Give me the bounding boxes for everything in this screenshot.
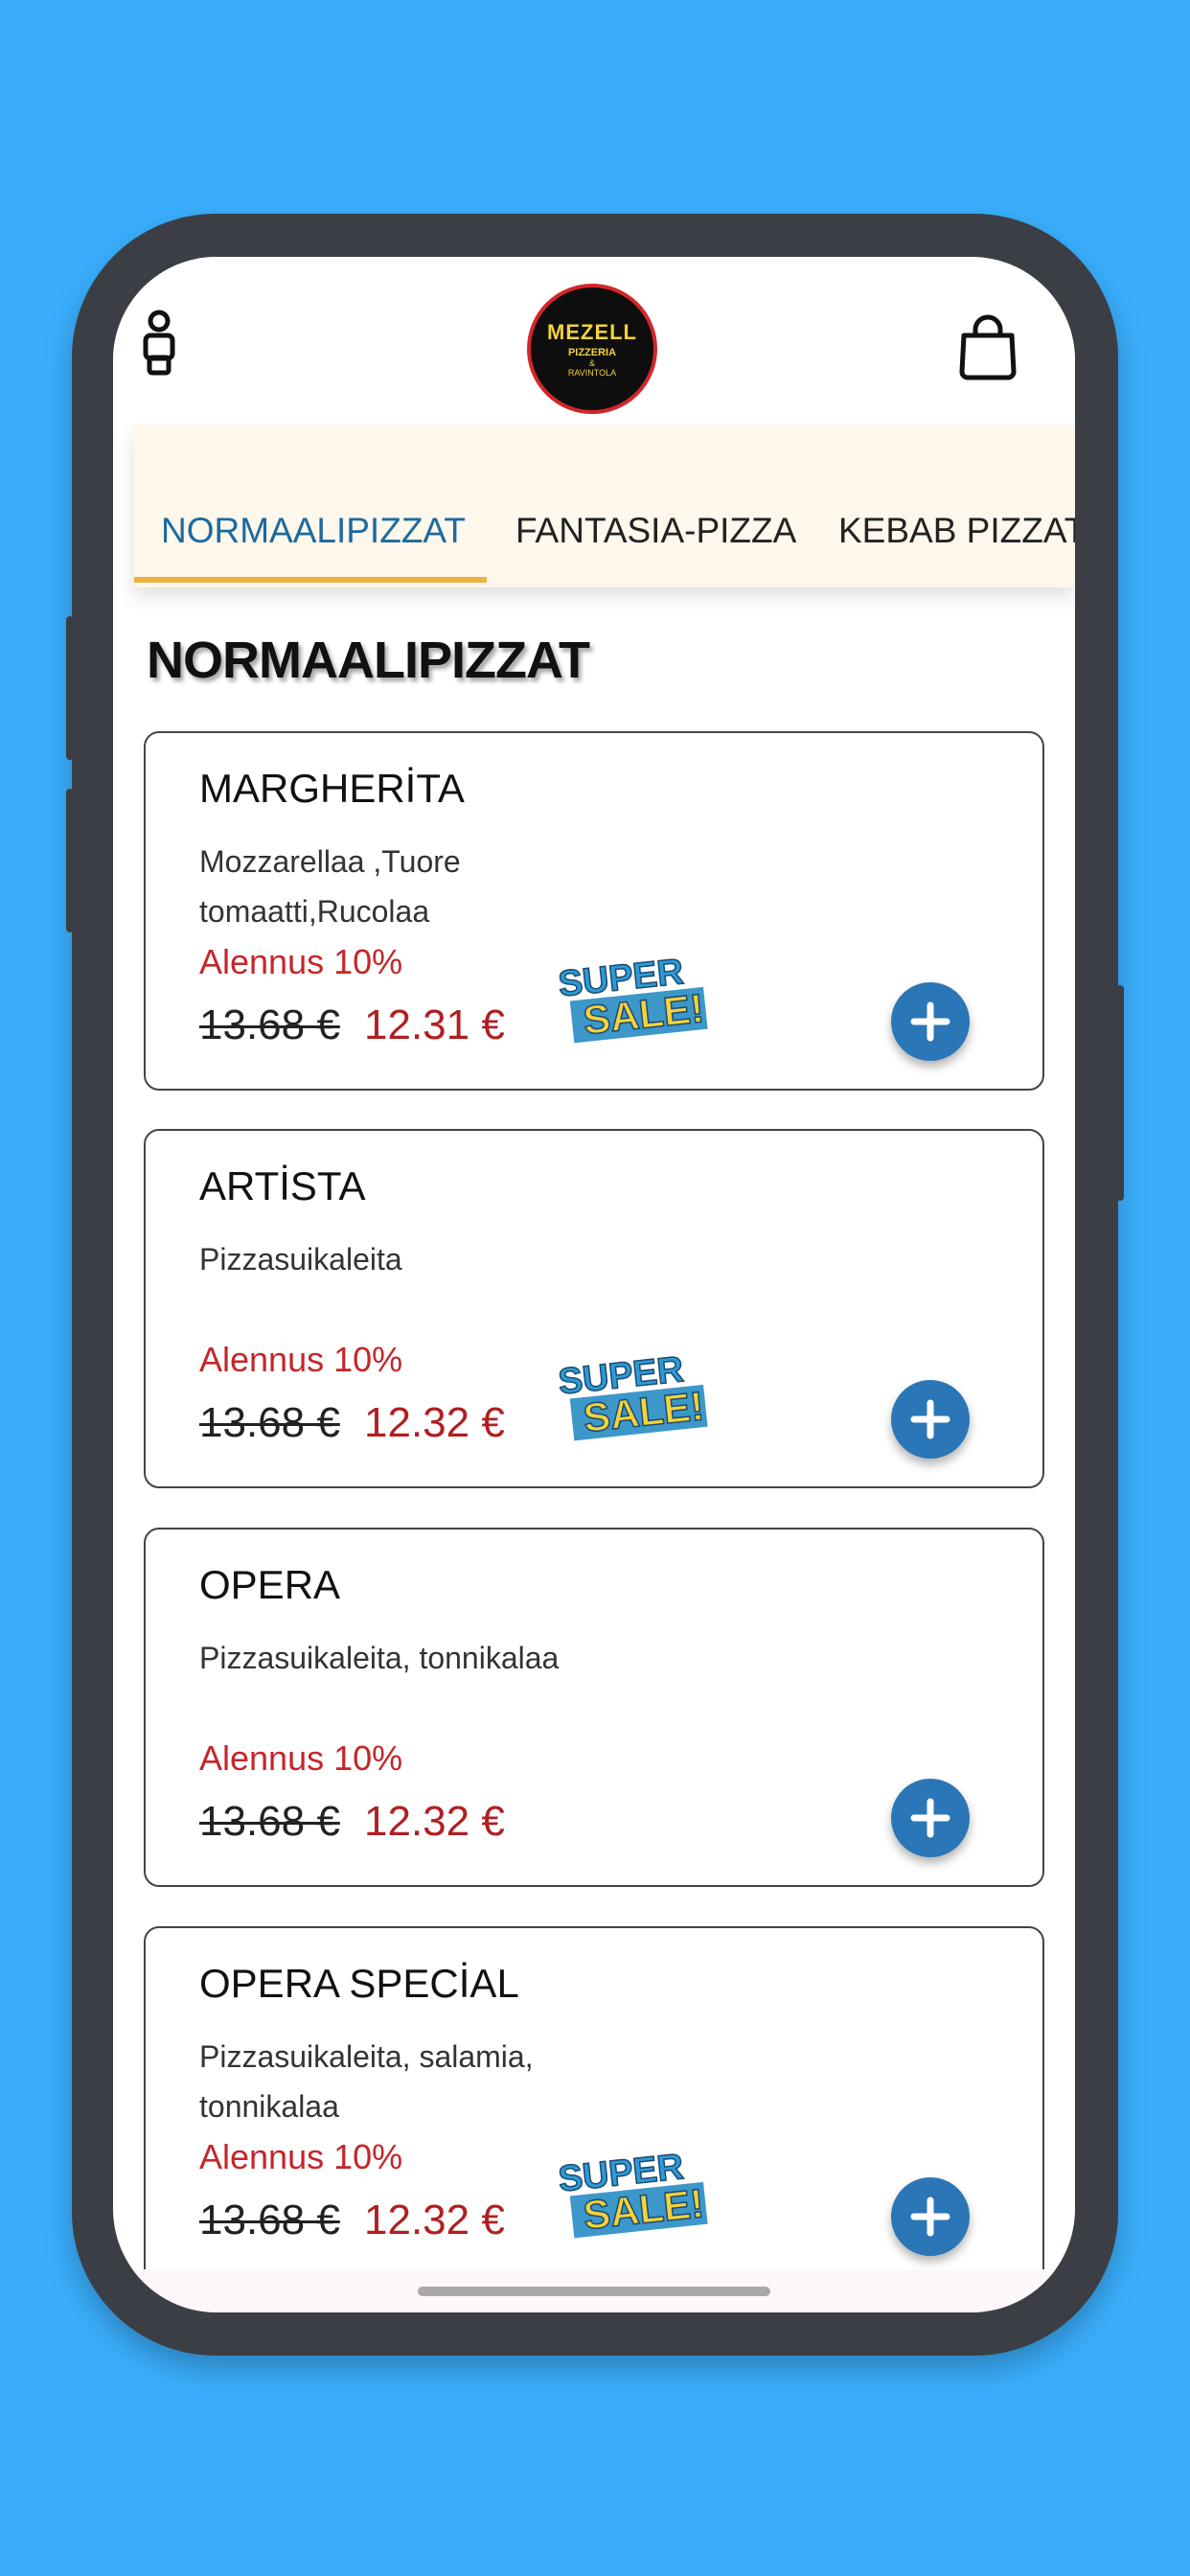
app-header: MEZELL PIZZERIA & RAVINTOLA xyxy=(113,257,1075,425)
home-indicator[interactable] xyxy=(418,2287,770,2296)
category-tabs: NORMAALIPIZZAT FANTASIA-PIZZA KEBAB PIZZ… xyxy=(134,425,1075,587)
product-card[interactable]: OPERA SPECİAL Pizzasuikaleita, salamia, … xyxy=(144,1926,1044,2286)
discount-label: Alennus 10% xyxy=(199,2137,403,2176)
product-name: OPERA xyxy=(199,1562,341,1607)
product-description: Pizzasuikaleita xyxy=(199,1242,402,1276)
super-sale-badge: SUPER SALE! xyxy=(553,1348,725,1445)
new-price: 12.31 € xyxy=(364,1001,505,1048)
person-icon[interactable] xyxy=(140,310,178,377)
tab-normaalipizzat[interactable]: NORMAALIPIZZAT xyxy=(161,511,466,551)
tab-fantasia-pizza[interactable]: FANTASIA-PIZZA xyxy=(515,511,796,551)
plus-icon xyxy=(910,1001,950,1042)
new-price: 12.32 € xyxy=(364,1798,505,1845)
old-price: 13.68 € xyxy=(199,1798,340,1845)
plus-icon xyxy=(910,1399,950,1439)
add-to-cart-button[interactable] xyxy=(891,1380,970,1459)
super-sale-badge: SUPER SALE! xyxy=(553,951,725,1047)
discount-label: Alennus 10% xyxy=(199,1340,403,1379)
old-price: 13.68 € xyxy=(199,1001,340,1048)
product-description: Mozzarellaa ,Tuore tomaatti,Rucolaa xyxy=(199,844,461,929)
new-price: 12.32 € xyxy=(364,1399,505,1446)
shopping-bag-icon[interactable] xyxy=(956,314,1019,381)
product-name: MARGHERİTA xyxy=(199,766,465,811)
super-sale-badge: SUPER SALE! xyxy=(553,2146,725,2242)
product-description: Pizzasuikaleita, tonnikalaa xyxy=(199,1641,560,1675)
restaurant-logo[interactable]: MEZELL PIZZERIA & RAVINTOLA xyxy=(527,284,657,414)
product-card[interactable]: OPERA Pizzasuikaleita, tonnikalaa Alennu… xyxy=(144,1528,1044,1887)
logo-text: RAVINTOLA xyxy=(567,368,617,378)
phone-side-button xyxy=(66,789,74,932)
discount-label: Alennus 10% xyxy=(199,1738,403,1778)
product-card[interactable]: MARGHERİTA Mozzarellaa ,Tuore tomaatti,R… xyxy=(144,731,1044,1091)
product-name: OPERA SPECİAL xyxy=(199,1961,519,2006)
phone-side-button xyxy=(1116,985,1124,1201)
product-name: ARTİSTA xyxy=(199,1163,366,1208)
logo-text: MEZELL xyxy=(547,320,637,344)
phone-side-button xyxy=(66,616,74,760)
logo-text: & xyxy=(588,358,595,368)
plus-icon xyxy=(910,1798,950,1838)
new-price: 12.32 € xyxy=(364,2196,505,2243)
product-description: Pizzasuikaleita, salamia, tonnikalaa xyxy=(199,2039,534,2124)
add-to-cart-button[interactable] xyxy=(891,982,970,1061)
logo-text: PIZZERIA xyxy=(567,347,617,358)
product-card[interactable]: ARTİSTA Pizzasuikaleita Alennus 10% 13.6… xyxy=(144,1129,1044,1488)
active-tab-indicator xyxy=(134,577,487,583)
app-screen: MEZELL PIZZERIA & RAVINTOLA NORMAALIPIZZ… xyxy=(113,257,1075,2312)
tab-kebab-pizzat[interactable]: KEBAB PIZZAT xyxy=(838,511,1075,551)
add-to-cart-button[interactable] xyxy=(891,1779,970,1857)
add-to-cart-button[interactable] xyxy=(891,2177,970,2256)
phone-frame: MEZELL PIZZERIA & RAVINTOLA NORMAALIPIZZ… xyxy=(66,214,1124,2356)
old-price: 13.68 € xyxy=(199,2196,340,2243)
section-title: NORMAALIPIZZAT xyxy=(147,632,590,689)
discount-label: Alennus 10% xyxy=(199,942,403,981)
plus-icon xyxy=(910,2196,950,2237)
old-price: 13.68 € xyxy=(199,1399,340,1446)
